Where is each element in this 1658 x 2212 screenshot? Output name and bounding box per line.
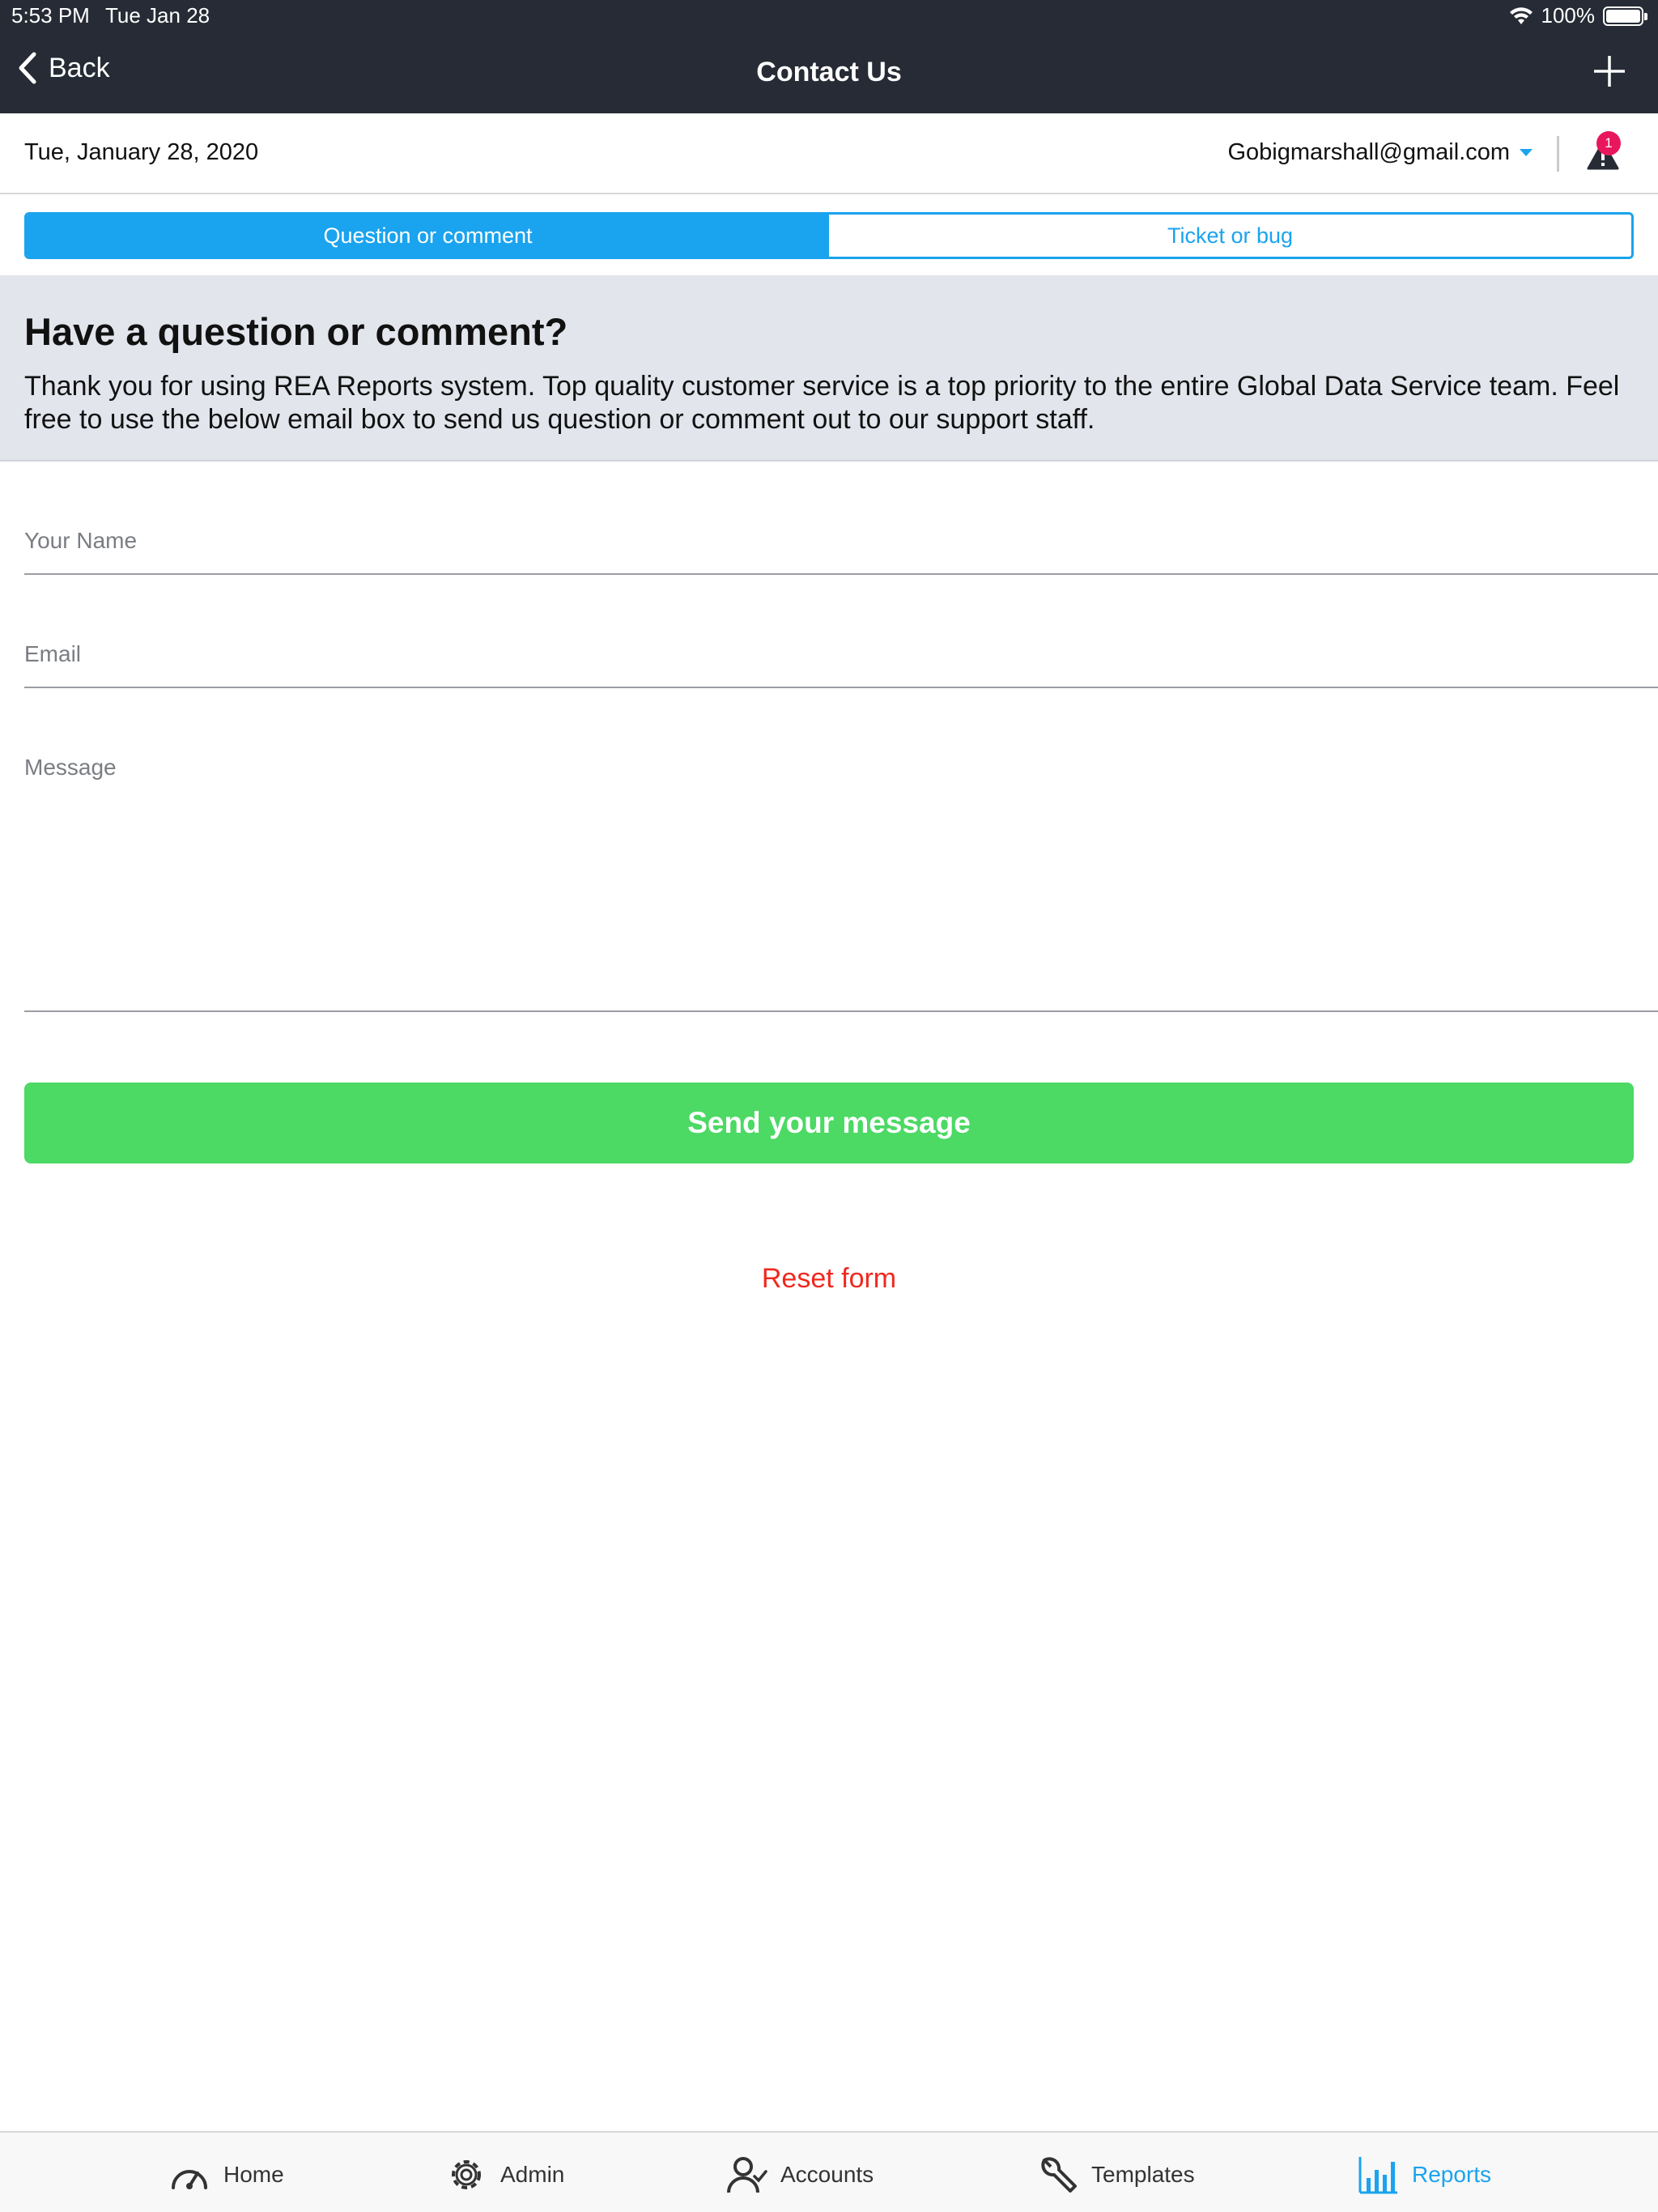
reset-form-button[interactable]: Reset form xyxy=(0,1263,1658,1295)
tab-admin[interactable]: Admin xyxy=(445,2154,564,2196)
wrench-icon xyxy=(1041,2157,1077,2193)
status-time: 5:53 PM xyxy=(11,3,90,28)
tab-reports[interactable]: Reports xyxy=(1357,2154,1491,2196)
user-check-icon xyxy=(727,2157,767,2193)
name-field[interactable]: Your Name xyxy=(24,528,1658,575)
bar-chart-icon xyxy=(1358,2157,1397,2194)
email-placeholder: Email xyxy=(24,641,82,666)
gear-icon xyxy=(452,2160,481,2189)
battery-icon xyxy=(1603,6,1647,26)
caret-down-icon xyxy=(1520,149,1533,156)
tab-home[interactable]: Home xyxy=(168,2154,284,2196)
tab-templates-label: Templates xyxy=(1091,2162,1195,2187)
segment-ticket-or-bug[interactable]: Ticket or bug xyxy=(829,215,1631,257)
account-dropdown[interactable]: Gobigmarshall@gmail.com xyxy=(1227,139,1533,166)
status-date: Tue Jan 28 xyxy=(105,3,210,28)
intro-body: Thank you for using REA Reports system. … xyxy=(24,371,1620,435)
account-email: Gobigmarshall@gmail.com xyxy=(1227,139,1510,165)
intro-heading: Have a question or comment? xyxy=(24,310,568,353)
alert-count-badge: 1 xyxy=(1596,131,1621,155)
battery-percent: 100% xyxy=(1541,3,1596,28)
intro-panel: Have a question or comment? Thank you fo… xyxy=(0,275,1658,462)
tab-reports-label: Reports xyxy=(1412,2162,1492,2187)
contact-type-segmented-control: Question or comment Ticket or bug xyxy=(24,212,1634,259)
tab-bar: Home Admin Accounts Templates Reports xyxy=(0,2131,1658,2212)
tab-accounts[interactable]: Accounts xyxy=(725,2154,874,2196)
tab-admin-label: Admin xyxy=(500,2162,565,2187)
tab-home-label: Home xyxy=(223,2162,284,2187)
top-bar: 5:53 PM Tue Jan 28 100% Back Contact Us xyxy=(0,0,1658,113)
message-placeholder: Message xyxy=(24,755,117,780)
plus-icon[interactable] xyxy=(1592,53,1627,89)
tab-accounts-label: Accounts xyxy=(780,2162,874,2187)
info-row: Tue, January 28, 2020 Gobigmarshall@gmai… xyxy=(0,113,1658,194)
message-field[interactable]: Message xyxy=(24,755,1658,1012)
tab-templates[interactable]: Templates xyxy=(1036,2154,1195,2196)
current-date: Tue, January 28, 2020 xyxy=(24,139,259,165)
send-message-button[interactable]: Send your message xyxy=(24,1083,1634,1163)
speedometer-icon xyxy=(172,2170,207,2189)
email-field[interactable]: Email xyxy=(24,641,1658,688)
name-placeholder: Your Name xyxy=(24,528,138,553)
segment-question-or-comment[interactable]: Question or comment xyxy=(27,215,829,257)
vertical-divider xyxy=(1557,136,1559,172)
wifi-icon xyxy=(1509,6,1533,24)
alerts-button[interactable]: 1 xyxy=(1580,131,1626,177)
status-right: 100% xyxy=(1509,3,1647,28)
page-title: Contact Us xyxy=(756,57,902,87)
